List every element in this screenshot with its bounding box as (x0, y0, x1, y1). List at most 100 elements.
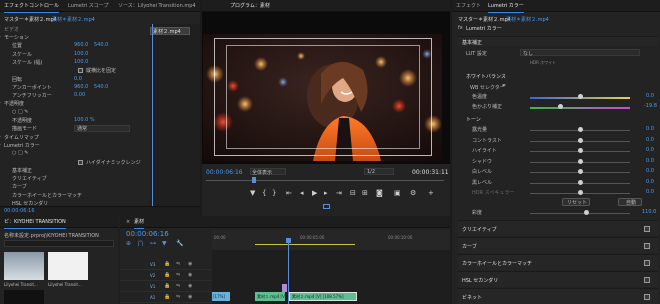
project-thumb-2[interactable] (48, 252, 88, 280)
track-eye-icon[interactable]: ◉ (188, 283, 192, 289)
effect-row[interactable]: ハイダイナミックレンジ (0, 159, 150, 167)
lumetri-sequence-label[interactable]: 素材＊素材２.mp4 (506, 16, 549, 23)
tone-slider-value[interactable]: 0.0 (646, 137, 654, 143)
track-eye-icon[interactable]: ◉ (188, 261, 192, 267)
effect-row-value[interactable]: 0.0 (74, 76, 82, 82)
effect-row[interactable]: カーブ (0, 183, 150, 191)
tint-value[interactable]: -19.8 (644, 103, 657, 109)
lumetri-section-header[interactable]: カラーホイールとカラーマッチ (458, 254, 658, 270)
mark-in-icon[interactable]: { (262, 189, 266, 197)
track-name[interactable]: V1 (150, 284, 155, 289)
lumetri-section-header[interactable]: クリエイティブ (458, 220, 658, 236)
lumetri-section-header[interactable]: カーブ (458, 237, 658, 253)
effect-mini-timeline[interactable]: 素材２.mp4 (150, 24, 200, 209)
extract-icon[interactable]: ⊞ (362, 189, 368, 197)
lumetri-fx-label[interactable]: Lumetri カラー (466, 25, 502, 32)
timeline-close-icon[interactable]: × (126, 219, 130, 225)
tint-knob[interactable] (558, 104, 563, 109)
tab-lumetri-scopes[interactable]: Lumetri スコープ (68, 2, 109, 11)
lumetri-section-checkbox[interactable] (644, 294, 650, 300)
tone-slider-knob[interactable] (578, 137, 583, 143)
tone-slider-knob[interactable] (578, 179, 583, 185)
track-sync-icon[interactable]: ⇋ (176, 283, 180, 289)
effect-row[interactable]: 不透明度 100.0 % (0, 117, 150, 125)
effect-row-value[interactable]: 960.0 (74, 42, 88, 48)
lumetri-section-checkbox[interactable] (644, 226, 650, 232)
effect-row[interactable]: アンカーポイント 960.0 540.0 (0, 84, 150, 92)
lut-dropdown[interactable] (520, 49, 640, 56)
work-area-bar[interactable] (255, 244, 355, 245)
temperature-knob[interactable] (578, 94, 583, 99)
tab-lumetri-color[interactable]: Lumetri カラー (488, 2, 524, 13)
program-scrub-bar[interactable] (206, 180, 444, 181)
track-eye-icon[interactable]: ◉ (188, 272, 192, 278)
effect-row[interactable]: 回転 0.0 (0, 76, 150, 84)
effect-row[interactable]: ›タイムリマップ (0, 134, 150, 142)
tone-slider-knob[interactable] (578, 169, 583, 174)
effect-row-chevron-icon[interactable]: › (0, 100, 1, 106)
track-name[interactable]: V3 (150, 262, 155, 267)
track-sync-icon[interactable]: ⇋ (176, 261, 180, 267)
effect-row[interactable]: ○ □ ✎ (0, 150, 150, 158)
project-search-field[interactable] (4, 240, 114, 247)
tone-slider-knob[interactable] (578, 158, 583, 164)
basic-correction-header[interactable]: 基本補正 (458, 36, 658, 46)
track-sync-icon[interactable]: ⇋ (176, 294, 180, 300)
white-balance-header[interactable]: ホワイトバランス (466, 73, 506, 80)
sequence-clip-label[interactable]: 素材＊素材２.mp4 (52, 16, 95, 23)
lumetri-section-header[interactable]: ビネット (458, 288, 658, 304)
add-marker-icon[interactable]: ▼ (250, 189, 255, 197)
track-lock-icon[interactable]: 🔒 (164, 272, 170, 278)
settings-wrench-icon[interactable]: ⚙ (410, 189, 416, 197)
linked-selection-icon[interactable]: ⊶ (150, 240, 156, 247)
timeline-timecode[interactable]: 00:00:06:16 (126, 230, 169, 238)
effect-row[interactable]: ›Lumetri カラー (0, 142, 150, 150)
lift-icon[interactable]: ⊟ (350, 189, 356, 197)
track-sync-icon[interactable]: ⇋ (176, 272, 180, 278)
temperature-value[interactable]: 0.0 (646, 93, 654, 99)
effect-row[interactable]: カラーホイールとカラーマッチ (0, 192, 150, 200)
effect-row[interactable]: アンチフリッカー 0.00 (0, 92, 150, 100)
effect-row-value[interactable]: 960.0 (74, 84, 88, 90)
tone-slider-knob[interactable] (578, 190, 583, 195)
effect-row-value[interactable]: 100.0 (74, 59, 88, 65)
track-lock-icon[interactable]: 🔒 (164, 283, 170, 289)
tone-header[interactable]: トーン (466, 116, 481, 123)
track-lock-icon[interactable]: 🔒 (164, 261, 170, 267)
effect-row[interactable]: 描画モード 通常 (0, 125, 150, 133)
tone-slider-value[interactable]: 0.0 (646, 126, 654, 132)
effect-row-value[interactable]: 100.0 % (74, 117, 95, 123)
saturation-track[interactable] (530, 213, 630, 214)
add-button-icon[interactable]: + (428, 189, 434, 197)
effect-row-checkbox[interactable] (78, 68, 83, 74)
track-name[interactable]: A1 (150, 295, 155, 300)
track-header[interactable]: V2 🔒 ⇋ ◉ (120, 271, 212, 281)
effect-row[interactable]: 基本補正 (0, 167, 150, 175)
lumetri-section-header[interactable]: HSL セカンダリ (458, 271, 658, 287)
timeline-ruler[interactable] (212, 230, 450, 250)
effect-row[interactable]: ›不透明度 (0, 100, 150, 108)
step-back-icon[interactable]: ◂ (300, 189, 304, 197)
go-to-out-icon[interactable]: ⇥ (336, 189, 342, 197)
play-icon[interactable]: ▶ (312, 189, 317, 197)
tint-track[interactable] (530, 107, 630, 109)
mark-out-icon[interactable]: } (272, 189, 276, 197)
timeline-playhead[interactable] (288, 238, 289, 304)
effect-row-chevron-icon[interactable]: › (0, 134, 1, 140)
effect-row-chevron-icon[interactable]: › (0, 34, 1, 40)
master-clip-label[interactable]: マスター＊素材２.mp4 (4, 16, 57, 23)
effect-row[interactable]: ○ □ ✎ (0, 109, 150, 117)
program-timecode-current[interactable]: 00:00:06:16 (206, 169, 243, 176)
lumetri-master-label[interactable]: マスター＊素材２.mp4 (458, 16, 511, 23)
tab-effects[interactable]: エフェクト (456, 2, 481, 11)
effect-row[interactable]: ›モーション (0, 34, 150, 42)
tone-slider-knob[interactable] (578, 127, 583, 132)
lumetri-section-checkbox[interactable] (644, 260, 650, 266)
timeline-playhead-handle[interactable] (286, 238, 291, 243)
track-eye-icon[interactable]: ◉ (188, 294, 192, 300)
tab-program[interactable]: プログラム：素材 (230, 2, 270, 13)
project-thumb-1[interactable] (4, 252, 44, 280)
timeline-settings-icon[interactable]: 🔧 (176, 240, 183, 247)
track-lock-icon[interactable]: 🔒 (164, 294, 170, 300)
track-header[interactable]: V1 🔒 ⇋ ◉ (120, 282, 212, 292)
